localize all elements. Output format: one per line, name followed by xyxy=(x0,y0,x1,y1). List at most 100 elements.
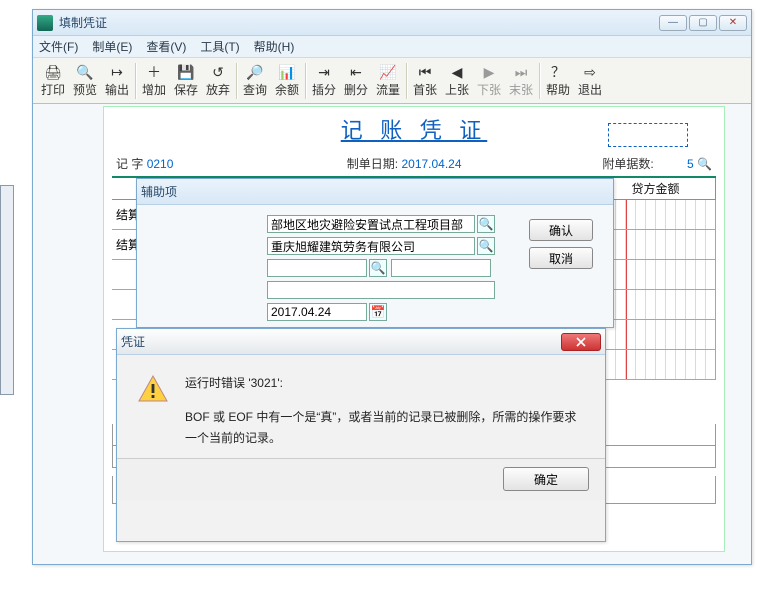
toolbar-label: 打印 xyxy=(41,81,65,98)
toolbar-exit[interactable]: ⇨退出 xyxy=(574,63,606,98)
aux-ok-button[interactable]: 确认 xyxy=(529,219,593,241)
toolbar-save[interactable]: 💾保存 xyxy=(170,63,202,98)
menu-make[interactable]: 制单(E) xyxy=(92,38,132,55)
query-icon: 🔎 xyxy=(246,63,264,81)
error-dialog: 凭证 运行时错误 '3021': BOF 或 EOF 中有一个是“真”，或者当前… xyxy=(116,328,606,542)
cell-credit[interactable] xyxy=(596,230,716,259)
lookup-icon-1[interactable]: 🔍 xyxy=(477,215,495,233)
toolbar-add[interactable]: ＋增加 xyxy=(138,63,170,98)
toolbar-label: 帮助 xyxy=(546,81,570,98)
aux-cancel-button[interactable]: 取消 xyxy=(529,247,593,269)
toolbar-preview[interactable]: 🔍预览 xyxy=(69,63,101,98)
toolbar-help[interactable]: ？帮助 xyxy=(542,63,574,98)
lookup-icon-3[interactable]: 🔍 xyxy=(369,259,387,277)
menu-file[interactable]: 文件(F) xyxy=(39,38,78,55)
cell-credit[interactable] xyxy=(596,260,716,289)
main-title: 填制凭证 xyxy=(59,14,659,31)
error-line-2: BOF 或 EOF 中有一个是“真”，或者当前的记录已被删除，所需的操作要求一个… xyxy=(185,407,585,450)
word-label: 记 字 xyxy=(116,157,143,171)
toolbar-print[interactable]: 🖨打印 xyxy=(37,63,69,98)
toolbar-label: 上张 xyxy=(445,81,469,98)
preview-icon: 🔍 xyxy=(76,63,94,81)
toolbar-label: 下张 xyxy=(477,81,501,98)
attach-value[interactable]: 5 xyxy=(687,157,694,171)
calendar-icon[interactable]: 📅 xyxy=(369,303,387,321)
toolbar-label: 流量 xyxy=(376,81,400,98)
cell-credit[interactable] xyxy=(596,320,716,349)
lookup-icon-2[interactable]: 🔍 xyxy=(477,237,495,255)
aux-field-3b[interactable] xyxy=(391,259,491,277)
discard-icon: ↺ xyxy=(209,63,227,81)
minimize-button[interactable]: — xyxy=(659,15,687,31)
aux-field-4[interactable] xyxy=(267,281,495,299)
toolbar-label: 预览 xyxy=(73,81,97,98)
toolbar-label: 插分 xyxy=(312,81,336,98)
aux-item-dialog: 辅助项 🔍 🔍 🔍 📅 确认 取消 xyxy=(136,178,614,328)
side-strip xyxy=(0,185,14,395)
toolbar-flow[interactable]: 📈流量 xyxy=(372,63,404,98)
close-button[interactable]: ✕ xyxy=(719,15,747,31)
toolbar-insert-entry[interactable]: ⇥插分 xyxy=(308,63,340,98)
date-value[interactable]: 2017.04.24 xyxy=(401,157,461,171)
toolbar-export[interactable]: ↦输出 xyxy=(101,63,133,98)
toolbar-delete-entry[interactable]: ⇤删分 xyxy=(340,63,372,98)
save-icon: 💾 xyxy=(177,63,195,81)
menu-tool[interactable]: 工具(T) xyxy=(200,38,239,55)
maximize-button[interactable]: ▢ xyxy=(689,15,717,31)
toolbar-query[interactable]: 🔎查询 xyxy=(239,63,271,98)
date-label: 制单日期: xyxy=(347,157,398,171)
last-icon: ⏭ xyxy=(512,63,530,81)
toolbar-discard[interactable]: ↺放弃 xyxy=(202,63,234,98)
aux-field-2[interactable] xyxy=(267,237,475,255)
toolbar-next: ▶下张 xyxy=(473,63,505,98)
toolbar-label: 放弃 xyxy=(206,81,230,98)
insert-entry-icon: ⇥ xyxy=(315,63,333,81)
help-icon: ？ xyxy=(549,63,567,81)
error-ok-button[interactable]: 确定 xyxy=(503,467,589,491)
toolbar-label: 退出 xyxy=(578,81,602,98)
add-icon: ＋ xyxy=(145,63,163,81)
error-title: 凭证 xyxy=(121,333,561,350)
toolbar: 🖨打印🔍预览↦输出＋增加💾保存↺放弃🔎查询📊余额⇥插分⇤删分📈流量⏮首张◀上张▶… xyxy=(33,58,751,104)
toolbar-label: 余额 xyxy=(275,81,299,98)
next-icon: ▶ xyxy=(480,63,498,81)
menu-view[interactable]: 查看(V) xyxy=(146,38,186,55)
toolbar-label: 末张 xyxy=(509,81,533,98)
toolbar-label: 首张 xyxy=(413,81,437,98)
main-titlebar: 填制凭证 — ▢ ✕ xyxy=(33,10,751,36)
toolbar-last: ⏭末张 xyxy=(505,63,537,98)
aux-field-3[interactable] xyxy=(267,259,367,277)
error-line-1: 运行时错误 '3021': xyxy=(185,373,585,395)
toolbar-label: 保存 xyxy=(174,81,198,98)
toolbar-label: 查询 xyxy=(243,81,267,98)
cell-credit[interactable] xyxy=(596,200,716,229)
export-icon: ↦ xyxy=(108,63,126,81)
toolbar-label: 增加 xyxy=(142,81,166,98)
balance-icon: 📊 xyxy=(278,63,296,81)
word-value[interactable]: 0210 xyxy=(147,157,174,171)
print-icon: 🖨 xyxy=(44,63,62,81)
toolbar-first[interactable]: ⏮首张 xyxy=(409,63,441,98)
aux-titlebar: 辅助项 xyxy=(137,179,613,205)
attach-search-icon[interactable]: 🔍 xyxy=(697,157,712,171)
delete-entry-icon: ⇤ xyxy=(347,63,365,81)
toolbar-label: 输出 xyxy=(105,81,129,98)
dashed-box xyxy=(608,123,688,147)
aux-field-1[interactable] xyxy=(267,215,475,233)
toolbar-prev[interactable]: ◀上张 xyxy=(441,63,473,98)
menubar: 文件(F) 制单(E) 查看(V) 工具(T) 帮助(H) xyxy=(33,36,751,58)
error-close-button[interactable] xyxy=(561,333,601,351)
prev-icon: ◀ xyxy=(448,63,466,81)
menu-help[interactable]: 帮助(H) xyxy=(254,38,295,55)
warning-icon xyxy=(137,373,169,405)
cell-credit[interactable] xyxy=(596,290,716,319)
flow-icon: 📈 xyxy=(379,63,397,81)
attach-label: 附单据数: xyxy=(602,157,653,171)
first-icon: ⏮ xyxy=(416,63,434,81)
aux-title: 辅助项 xyxy=(141,183,609,200)
aux-date[interactable] xyxy=(267,303,367,321)
toolbar-balance[interactable]: 📊余额 xyxy=(271,63,303,98)
cell-credit[interactable] xyxy=(596,350,716,379)
col-credit: 贷方金额 xyxy=(596,178,716,199)
doc-header: 记 字 0210 制单日期: 2017.04.24 附单据数: 5 🔍 xyxy=(104,155,724,176)
